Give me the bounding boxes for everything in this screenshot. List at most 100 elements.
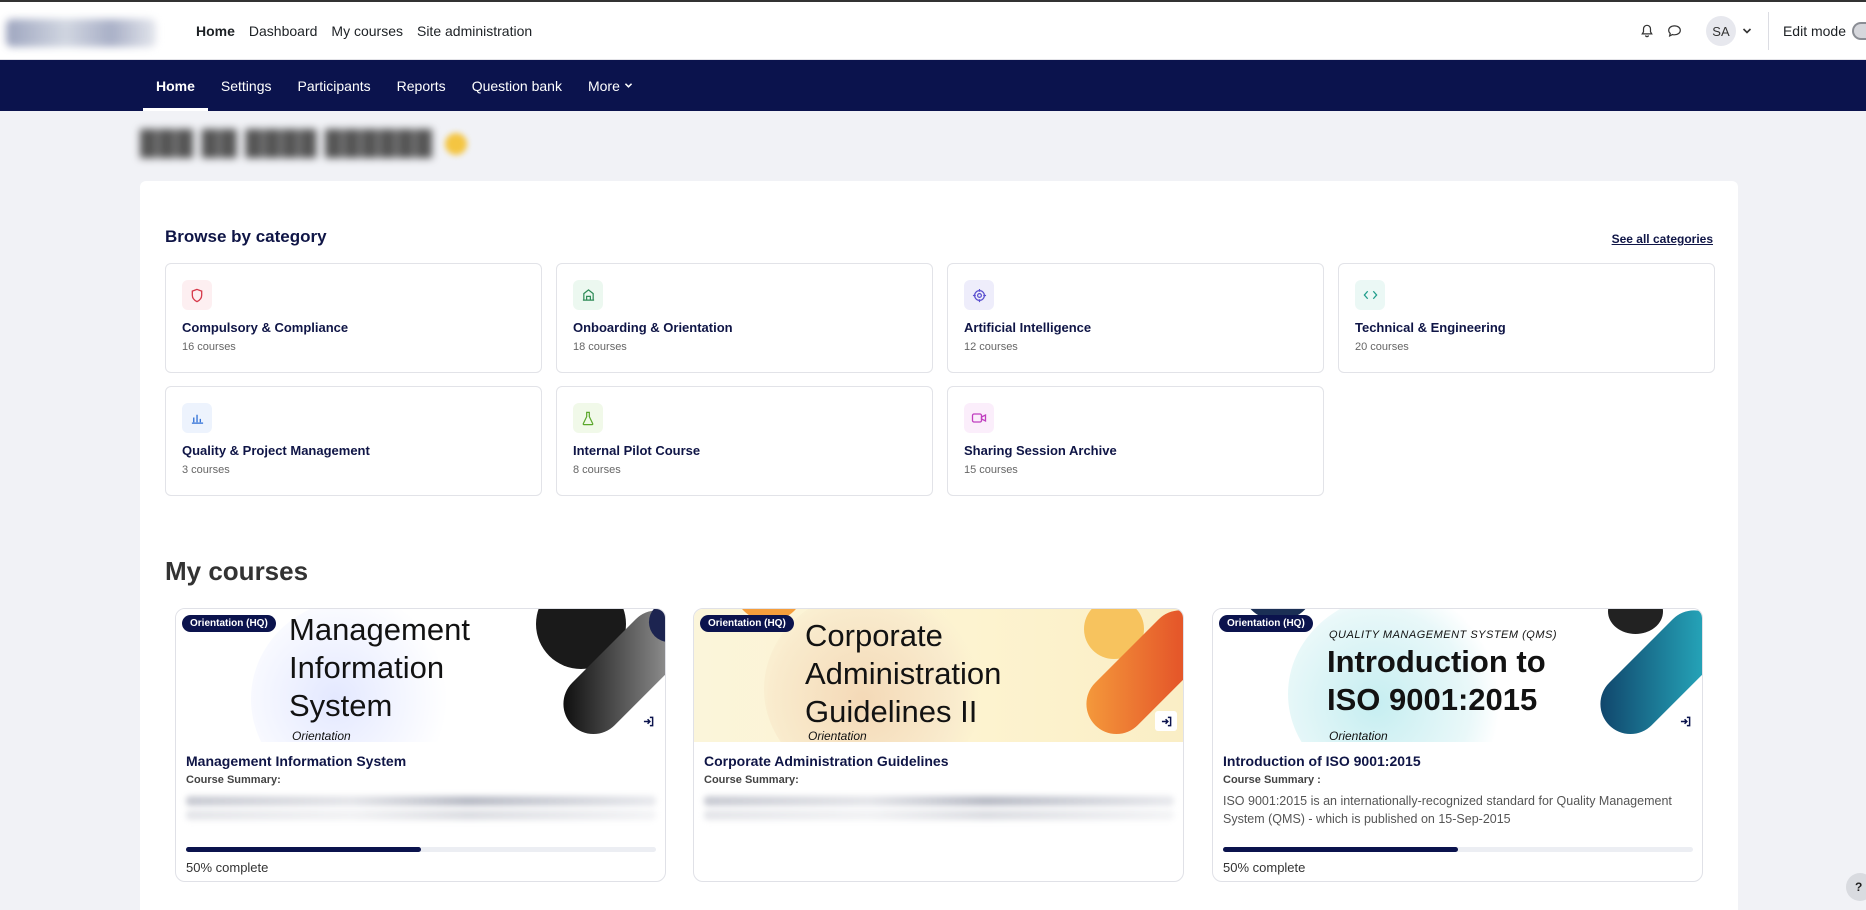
banner-line: Administration — [805, 656, 1002, 691]
category-card-compulsory-compliance[interactable]: Compulsory & Compliance 16 courses — [165, 263, 542, 373]
category-course-count: 18 courses — [573, 341, 627, 353]
user-area: SA Edit mode — [1632, 2, 1866, 60]
user-menu-chevron-down-icon[interactable] — [1742, 27, 1752, 35]
category-card-technical-engineering[interactable]: Technical & Engineering 20 courses — [1338, 263, 1715, 373]
enrol-login-icon[interactable] — [1155, 711, 1177, 731]
category-name: Sharing Session Archive — [964, 443, 1117, 458]
category-course-count: 3 courses — [182, 464, 230, 476]
banner-line: Management — [289, 612, 470, 647]
browse-by-category-heading: Browse by category — [165, 227, 327, 246]
course-banner-image[interactable]: Orientation (HQ) Corporate Administratio… — [694, 609, 1183, 742]
tab-participants[interactable]: Participants — [285, 60, 384, 111]
course-summary-redacted — [186, 796, 656, 806]
page-title: ███ ██ ████ ██████ — [140, 129, 468, 159]
banner-line: ISO 9001:2015 — [1327, 682, 1538, 717]
building-icon — [573, 280, 603, 310]
course-summary-redacted — [186, 810, 656, 820]
category-name: Internal Pilot Course — [573, 443, 701, 458]
edit-mode-label: Edit mode — [1782, 23, 1846, 39]
course-category-badge: Orientation (HQ) — [700, 615, 794, 632]
category-card-artificial-intelligence[interactable]: Artificial Intelligence 12 courses — [947, 263, 1324, 373]
tab-settings-label: Settings — [220, 77, 272, 94]
course-card-introduction-iso-9001[interactable]: Orientation (HQ) QUALITY MANAGEMENT SYST… — [1212, 608, 1703, 882]
category-card-internal-pilot-course[interactable]: Internal Pilot Course 8 courses — [556, 386, 933, 496]
banner-line: Introduction to — [1327, 644, 1546, 679]
category-course-count: 15 courses — [964, 464, 1018, 476]
flask-icon — [573, 403, 603, 433]
course-summary-label: Course Summary: — [704, 774, 799, 786]
see-all-categories-link[interactable]: See all categories — [1612, 232, 1713, 246]
top-navbar: Home Dashboard My courses Site administr… — [0, 0, 1866, 60]
divider — [1767, 12, 1769, 50]
category-course-count: 20 courses — [1355, 341, 1409, 353]
code-icon — [1355, 280, 1385, 310]
page-title-badge — [445, 133, 468, 155]
course-title-link[interactable]: Corporate Administration Guidelines — [704, 753, 949, 769]
course-card-corporate-administration-guidelines[interactable]: Orientation (HQ) Corporate Administratio… — [693, 608, 1184, 882]
course-summary-text: ISO 9001:2015 is an internationally-reco… — [1223, 794, 1672, 826]
banner-subtitle: Orientation — [1329, 729, 1388, 742]
brain-icon — [964, 280, 994, 310]
tab-home-label: Home — [156, 77, 195, 94]
category-name: Quality & Project Management — [182, 443, 370, 458]
course-title-link[interactable]: Introduction of ISO 9001:2015 — [1223, 753, 1421, 769]
main-content-card: Browse by category See all categories Co… — [140, 181, 1738, 910]
tab-more-label: More — [587, 77, 620, 94]
shield-icon — [182, 280, 212, 310]
page-title-redacted: ███ ██ ████ ██████ — [140, 130, 434, 157]
category-card-quality-project-management[interactable]: Quality & Project Management 3 courses — [165, 386, 542, 496]
user-avatar[interactable]: SA — [1705, 16, 1736, 46]
category-course-count: 12 courses — [964, 341, 1018, 353]
course-card-management-information-system[interactable]: Orientation (HQ) Management Information … — [175, 608, 666, 882]
my-courses-heading: My courses — [165, 556, 309, 586]
course-progress-bar — [186, 847, 656, 852]
nav-dashboard-link[interactable]: Dashboard — [249, 23, 318, 39]
course-secondary-navigation: Home Settings Participants Reports Quest… — [0, 60, 1866, 111]
chevron-down-icon — [624, 83, 633, 88]
notification-bell-icon[interactable] — [1634, 18, 1660, 44]
category-name: Artificial Intelligence — [964, 320, 1092, 335]
nav-my-courses-link[interactable]: My courses — [331, 23, 403, 39]
course-progress-text: 50% complete — [186, 860, 269, 875]
category-course-count: 8 courses — [573, 464, 621, 476]
course-progress-bar — [1223, 847, 1693, 852]
category-course-count: 16 courses — [182, 341, 236, 353]
nav-home-link[interactable]: Home — [196, 23, 235, 39]
banner-line: System — [289, 688, 393, 723]
tab-question-bank[interactable]: Question bank — [459, 60, 575, 111]
banner-line: Information — [289, 650, 445, 685]
course-title-link[interactable]: Management Information System — [186, 753, 406, 769]
course-category-badge: Orientation (HQ) — [182, 615, 276, 632]
nav-site-administration-link[interactable]: Site administration — [417, 23, 532, 39]
messages-chat-icon[interactable] — [1662, 18, 1688, 44]
primary-navigation: Home Dashboard My courses Site administr… — [196, 2, 532, 60]
course-summary-redacted — [704, 810, 1174, 820]
edit-mode-toggle[interactable] — [1852, 22, 1866, 40]
enrol-login-icon[interactable] — [637, 711, 659, 731]
bar-chart-icon — [182, 403, 212, 433]
category-card-onboarding-orientation[interactable]: Onboarding & Orientation 18 courses — [556, 263, 933, 373]
tab-home[interactable]: Home — [143, 60, 208, 111]
tab-reports-label: Reports — [396, 77, 446, 94]
banner-top-line: QUALITY MANAGEMENT SYSTEM (QMS) — [1329, 629, 1557, 641]
tab-reports[interactable]: Reports — [384, 60, 459, 111]
banner-subtitle: Orientation — [292, 729, 351, 742]
course-summary-redacted — [704, 796, 1174, 806]
tab-participants-label: Participants — [297, 77, 371, 94]
help-button[interactable]: ? — [1846, 873, 1866, 901]
enrol-login-icon[interactable] — [1674, 711, 1696, 731]
course-banner-image[interactable]: Orientation (HQ) QUALITY MANAGEMENT SYST… — [1213, 609, 1702, 742]
banner-line: Corporate — [805, 618, 943, 653]
category-name: Compulsory & Compliance — [182, 320, 349, 335]
course-banner-image[interactable]: Orientation (HQ) Management Information … — [176, 609, 665, 742]
video-icon — [964, 403, 994, 433]
tab-settings[interactable]: Settings — [208, 60, 285, 111]
banner-subtitle: Orientation — [808, 729, 867, 742]
course-summary-label: Course Summary: — [186, 774, 281, 786]
site-logo[interactable] — [6, 14, 166, 52]
category-card-sharing-session-archive[interactable]: Sharing Session Archive 15 courses — [947, 386, 1324, 496]
tab-more[interactable]: More — [575, 60, 646, 111]
course-category-badge: Orientation (HQ) — [1219, 615, 1313, 632]
banner-line: Guidelines II — [805, 694, 978, 729]
category-name: Onboarding & Orientation — [573, 320, 733, 335]
